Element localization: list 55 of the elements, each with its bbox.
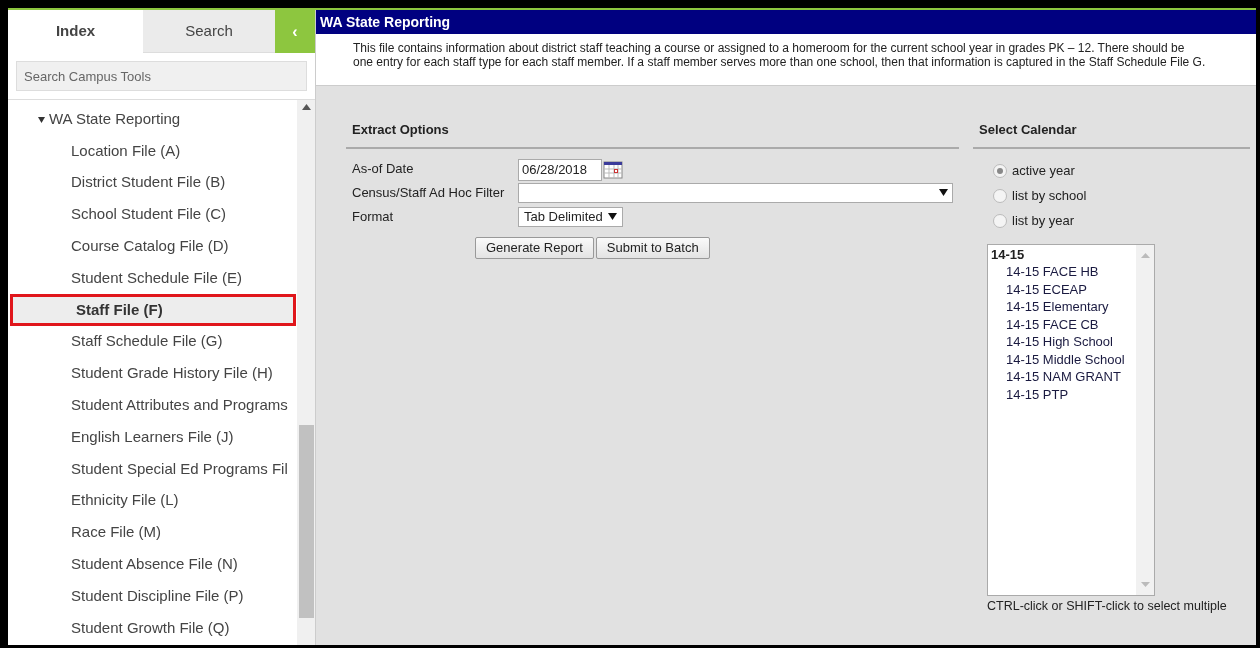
list-option[interactable]: 14-15 Elementary [991, 298, 1136, 316]
action-button[interactable]: Generate Report [475, 236, 594, 259]
tree-item[interactable]: Staff File (F) [10, 294, 296, 326]
expand-triangle-icon [38, 116, 45, 123]
scroll-down-icon[interactable] [1140, 581, 1150, 587]
radio-label: active year [1012, 162, 1075, 181]
description-text: This file contains information about district staff teaching a course or assigned to a homeroom for the current school year in grades PK – 12. There should be one entry for each staff type for each staff member. If a staff member serves more than one school, then that information is captured in the Staff Schedule File G. [353, 41, 1206, 69]
list-option[interactable]: 14-15 FACE HB [991, 263, 1136, 281]
caret-icon [939, 189, 948, 196]
tree-item[interactable]: Ethnicity File (L) [8, 484, 297, 517]
action-button[interactable]: Submit to Batch [595, 236, 710, 259]
list-option[interactable]: 14-15 NAM GRANT [991, 368, 1136, 386]
sidebar-tab[interactable]: Search [143, 10, 275, 53]
radio-label: list by year [1012, 212, 1075, 231]
radio-button[interactable] [993, 189, 1007, 203]
field-label: Census/Staff Ad Hoc Filter [352, 183, 506, 202]
tree-item[interactable]: Student Schedule File (E) [8, 262, 297, 294]
hint-text: CTRL-click or SHIFT-click to select multiple [987, 597, 1228, 615]
section-heading: Extract Options [346, 120, 959, 149]
radio-button[interactable] [993, 214, 1007, 228]
list-option[interactable]: 14-15 ECEAP [991, 280, 1136, 298]
scrollbar-thumb[interactable] [298, 425, 314, 618]
tree-item[interactable]: Student Absence File (N) [8, 548, 297, 581]
tree-item[interactable]: English Learners File (J) [8, 421, 297, 453]
tree-item[interactable]: Staff Schedule File (G) [8, 325, 297, 358]
tree-item[interactable]: Race File (M) [8, 516, 297, 549]
radio-button[interactable] [993, 164, 1007, 178]
tree-folder[interactable]: WA State Reporting [8, 104, 181, 135]
list-option[interactable]: 14-15 Middle School [991, 350, 1136, 368]
scrollbar[interactable] [297, 100, 315, 645]
date-field[interactable]: 06/28/2018 [518, 158, 602, 181]
calendar-list[interactable]: 14-15 14-15 FACE HB 14-15 ECEAP 14-15 Elementary 14-15 FACE CB 14-15 High School 14-15 Middle School 14-15 NAM GRANT 14-15 PTP [987, 243, 1155, 596]
tree-item[interactable]: District Student File (B) [8, 166, 297, 199]
radio-label: list by school [1012, 187, 1087, 206]
tree-item[interactable]: Student Growth File (Q) [8, 611, 297, 644]
list-group-label: 14-15 [991, 245, 1026, 263]
tree-item[interactable]: Course Catalog File (D) [8, 230, 297, 263]
tree-item[interactable]: Student Attributes and Programs [8, 389, 297, 422]
list-option[interactable]: 14-15 FACE CB [991, 315, 1136, 333]
search-field[interactable]: Search Campus Tools [16, 61, 307, 91]
caret-icon [607, 213, 617, 220]
tree-item[interactable]: Student Special Ed Programs Fil [8, 452, 297, 485]
tree-item[interactable]: Location File (A) [8, 135, 297, 167]
list-option[interactable]: 14-15 PTP [991, 385, 1136, 403]
field-label: As-of Date [352, 159, 415, 178]
tree-item[interactable]: Student Grade History File (H) [8, 357, 297, 390]
tree-item[interactable]: Student Discipline File (P) [8, 580, 297, 612]
scroll-up-icon[interactable] [301, 104, 311, 110]
tree-item[interactable]: School Student File (C) [8, 198, 297, 231]
format-dropdown[interactable]: Tab Delimited [518, 206, 623, 227]
page-title-bar: WA State Reporting [316, 10, 1256, 34]
section-heading: Select Calendar [973, 120, 1250, 149]
field-label: Format [352, 207, 395, 226]
list-option[interactable]: 14-15 High School [991, 333, 1136, 351]
calendar-icon[interactable] [603, 159, 623, 180]
